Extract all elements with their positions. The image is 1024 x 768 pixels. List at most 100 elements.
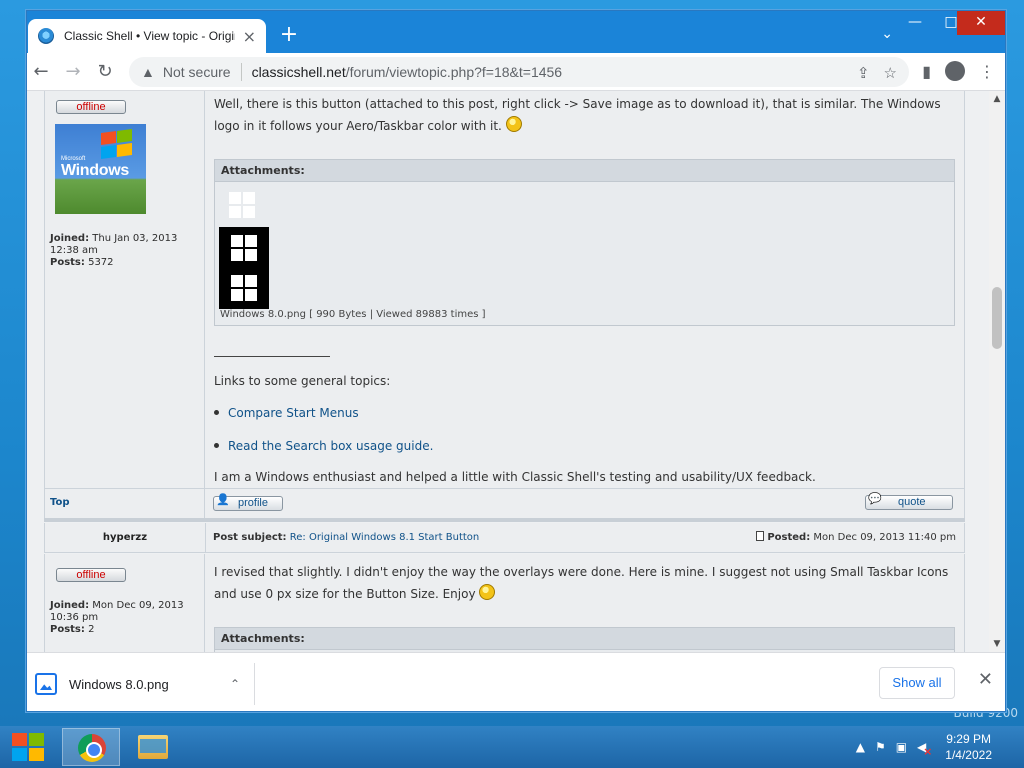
- post-row: offline Microsoft Windows Joined: Thu Ja…: [44, 91, 965, 488]
- reload-button[interactable]: ↻: [93, 60, 117, 84]
- browser-window: Classic Shell • View topic - Original Wi…: [26, 10, 1006, 712]
- address-bar[interactable]: ▲ Not secure classicshell.net/forum/view…: [129, 57, 909, 87]
- start-logo-icon: [12, 733, 27, 746]
- image-file-icon: [35, 673, 57, 695]
- page-viewport: offline Microsoft Windows Joined: Thu Ja…: [27, 91, 991, 652]
- post-author-column: offline Microsoft Windows Joined: Thu Ja…: [45, 91, 205, 488]
- attachment-caption[interactable]: Windows 8.0.png [ 990 Bytes | Viewed 898…: [220, 309, 486, 320]
- link-search-box-guide[interactable]: Read the Search box usage guide.: [228, 439, 433, 453]
- post-body-text: I revised that slightly. I didn't enjoy …: [214, 565, 949, 601]
- show-all-button[interactable]: Show all: [879, 667, 955, 699]
- posted-label: Posted:: [767, 532, 811, 543]
- omnibox-actions: ⇪ ☆: [857, 64, 897, 82]
- top-link[interactable]: Top: [50, 497, 70, 508]
- header-separator: [205, 523, 206, 552]
- joined-label: Joined:: [50, 600, 90, 611]
- post-row: offline Joined: Mon Dec 09, 2013 10:36 p…: [44, 554, 965, 652]
- list-item: Read the Search box usage guide.: [214, 439, 433, 453]
- laughing-smiley-icon: [505, 116, 522, 132]
- attachments-heading: Attachments:: [215, 160, 954, 182]
- profile-button[interactable]: 👤 profile: [213, 494, 283, 511]
- minimize-button[interactable]: —: [897, 11, 933, 35]
- scroll-up-icon[interactable]: ▲: [989, 91, 1005, 107]
- tab-classic-shell[interactable]: Classic Shell • View topic - Original Wi…: [28, 19, 266, 53]
- not-secure-label[interactable]: Not secure: [163, 64, 231, 80]
- tray-expand-icon[interactable]: ▲: [856, 740, 865, 754]
- warning-icon[interactable]: ▲: [141, 64, 155, 80]
- folder-icon: [138, 735, 168, 759]
- status-badge: offline: [56, 568, 126, 582]
- posted-info: Posted: Mon Dec 09, 2013 11:40 pm: [756, 531, 956, 543]
- post-icon: [756, 531, 765, 541]
- action-center-flag-icon[interactable]: ⚑: [875, 740, 886, 754]
- post-header: hyperzz Post subject: Re: Original Windo…: [44, 523, 965, 553]
- close-window-button[interactable]: ✕: [957, 11, 1005, 35]
- back-button[interactable]: ←: [29, 60, 53, 84]
- network-icon[interactable]: ▣: [896, 740, 907, 754]
- attachments-box: Attachments:: [214, 627, 955, 652]
- post-divider: [44, 518, 965, 522]
- post-author[interactable]: hyperzz: [45, 532, 205, 543]
- joined-label: Joined:: [50, 233, 90, 244]
- posts-value: 2: [88, 624, 95, 635]
- smiley-icon: [479, 584, 496, 600]
- address-separator: [240, 63, 242, 81]
- chevron-up-icon[interactable]: ⌃: [230, 677, 240, 691]
- page-scrollbar[interactable]: ▲ ▼: [989, 91, 1005, 652]
- post-subject: Post subject: Re: Original Windows 8.1 S…: [213, 532, 479, 543]
- taskbar: ▲ ⚑ ▣ ◀ 9:29 PM 1/4/2022: [0, 726, 1024, 768]
- profile-avatar-icon[interactable]: [945, 61, 965, 81]
- windows-logo-white-icon: [229, 192, 255, 218]
- avatar: Microsoft Windows: [55, 124, 146, 214]
- start-logo-icon: [12, 748, 27, 761]
- post-author-column: offline Joined: Mon Dec 09, 2013 10:36 p…: [45, 554, 205, 652]
- chrome-icon: [78, 734, 106, 762]
- start-logo-icon: [29, 748, 44, 761]
- link-compare-start-menus[interactable]: Compare Start Menus: [228, 406, 359, 420]
- post-body: Well, there is this button (attached to …: [214, 93, 954, 137]
- scroll-thumb[interactable]: [992, 287, 1002, 349]
- side-panel-icon[interactable]: ▮: [922, 62, 931, 81]
- forum-thread: offline Microsoft Windows Joined: Thu Ja…: [44, 91, 965, 652]
- volume-muted-icon[interactable]: ◀: [917, 740, 933, 758]
- system-tray: ▲ ⚑ ▣ ◀ 9:29 PM 1/4/2022: [851, 726, 1024, 768]
- close-download-bar-icon[interactable]: ✕: [978, 669, 993, 690]
- scroll-down-icon[interactable]: ▼: [989, 636, 1005, 652]
- download-file-name: Windows 8.0.png: [69, 676, 169, 692]
- new-tab-button[interactable]: +: [277, 24, 301, 48]
- taskbar-explorer[interactable]: [124, 728, 182, 766]
- forward-button[interactable]: →: [61, 60, 85, 84]
- post-content: Well, there is this button (attached to …: [205, 91, 964, 488]
- start-logo-icon: [29, 733, 44, 746]
- taskbar-chrome[interactable]: [62, 728, 120, 766]
- tab-strip: Classic Shell • View topic - Original Wi…: [27, 11, 1005, 53]
- quote-button[interactable]: 💬 quote: [865, 493, 953, 510]
- attachment-image[interactable]: [219, 227, 269, 309]
- browser-toolbar: ← → ↻ ▲ Not secure classicshell.net/foru…: [27, 53, 1005, 91]
- list-item: Compare Start Menus: [214, 406, 359, 420]
- bookmark-star-icon[interactable]: ☆: [884, 64, 897, 82]
- start-button[interactable]: [10, 731, 46, 763]
- tab-title: Classic Shell • View topic - Original Wi…: [64, 29, 235, 43]
- share-icon[interactable]: ⇪: [857, 64, 870, 82]
- posts-label: Posts:: [50, 624, 85, 635]
- download-item[interactable]: Windows 8.0.png ⌃: [33, 663, 255, 705]
- tab-close-icon[interactable]: ×: [243, 27, 256, 46]
- post-body-text: Well, there is this button (attached to …: [214, 97, 941, 133]
- posts-label: Posts:: [50, 257, 85, 268]
- posted-value: Mon Dec 09, 2013 11:40 pm: [813, 532, 956, 543]
- post-actions-left: Top: [45, 489, 205, 518]
- clock-date: 1/4/2022: [945, 748, 992, 762]
- user-meta: Joined: Thu Jan 03, 2013 12:38 am Posts:…: [50, 233, 204, 269]
- bullet-icon: [214, 410, 219, 415]
- attachments-heading: Attachments:: [215, 628, 954, 650]
- post-body: I revised that slightly. I didn't enjoy …: [214, 561, 954, 605]
- browser-menu-icon[interactable]: ⋮: [979, 62, 995, 81]
- post-content: I revised that slightly. I didn't enjoy …: [205, 554, 964, 652]
- status-badge: offline: [56, 100, 126, 114]
- user-meta: Joined: Mon Dec 09, 2013 10:36 pm Posts:…: [50, 600, 204, 636]
- signature-divider: [214, 356, 330, 357]
- clock[interactable]: 9:29 PM 1/4/2022: [945, 731, 992, 763]
- tab-search-chevron-icon[interactable]: ⌄: [881, 26, 893, 42]
- subject-link[interactable]: Re: Original Windows 8.1 Start Button: [290, 532, 480, 543]
